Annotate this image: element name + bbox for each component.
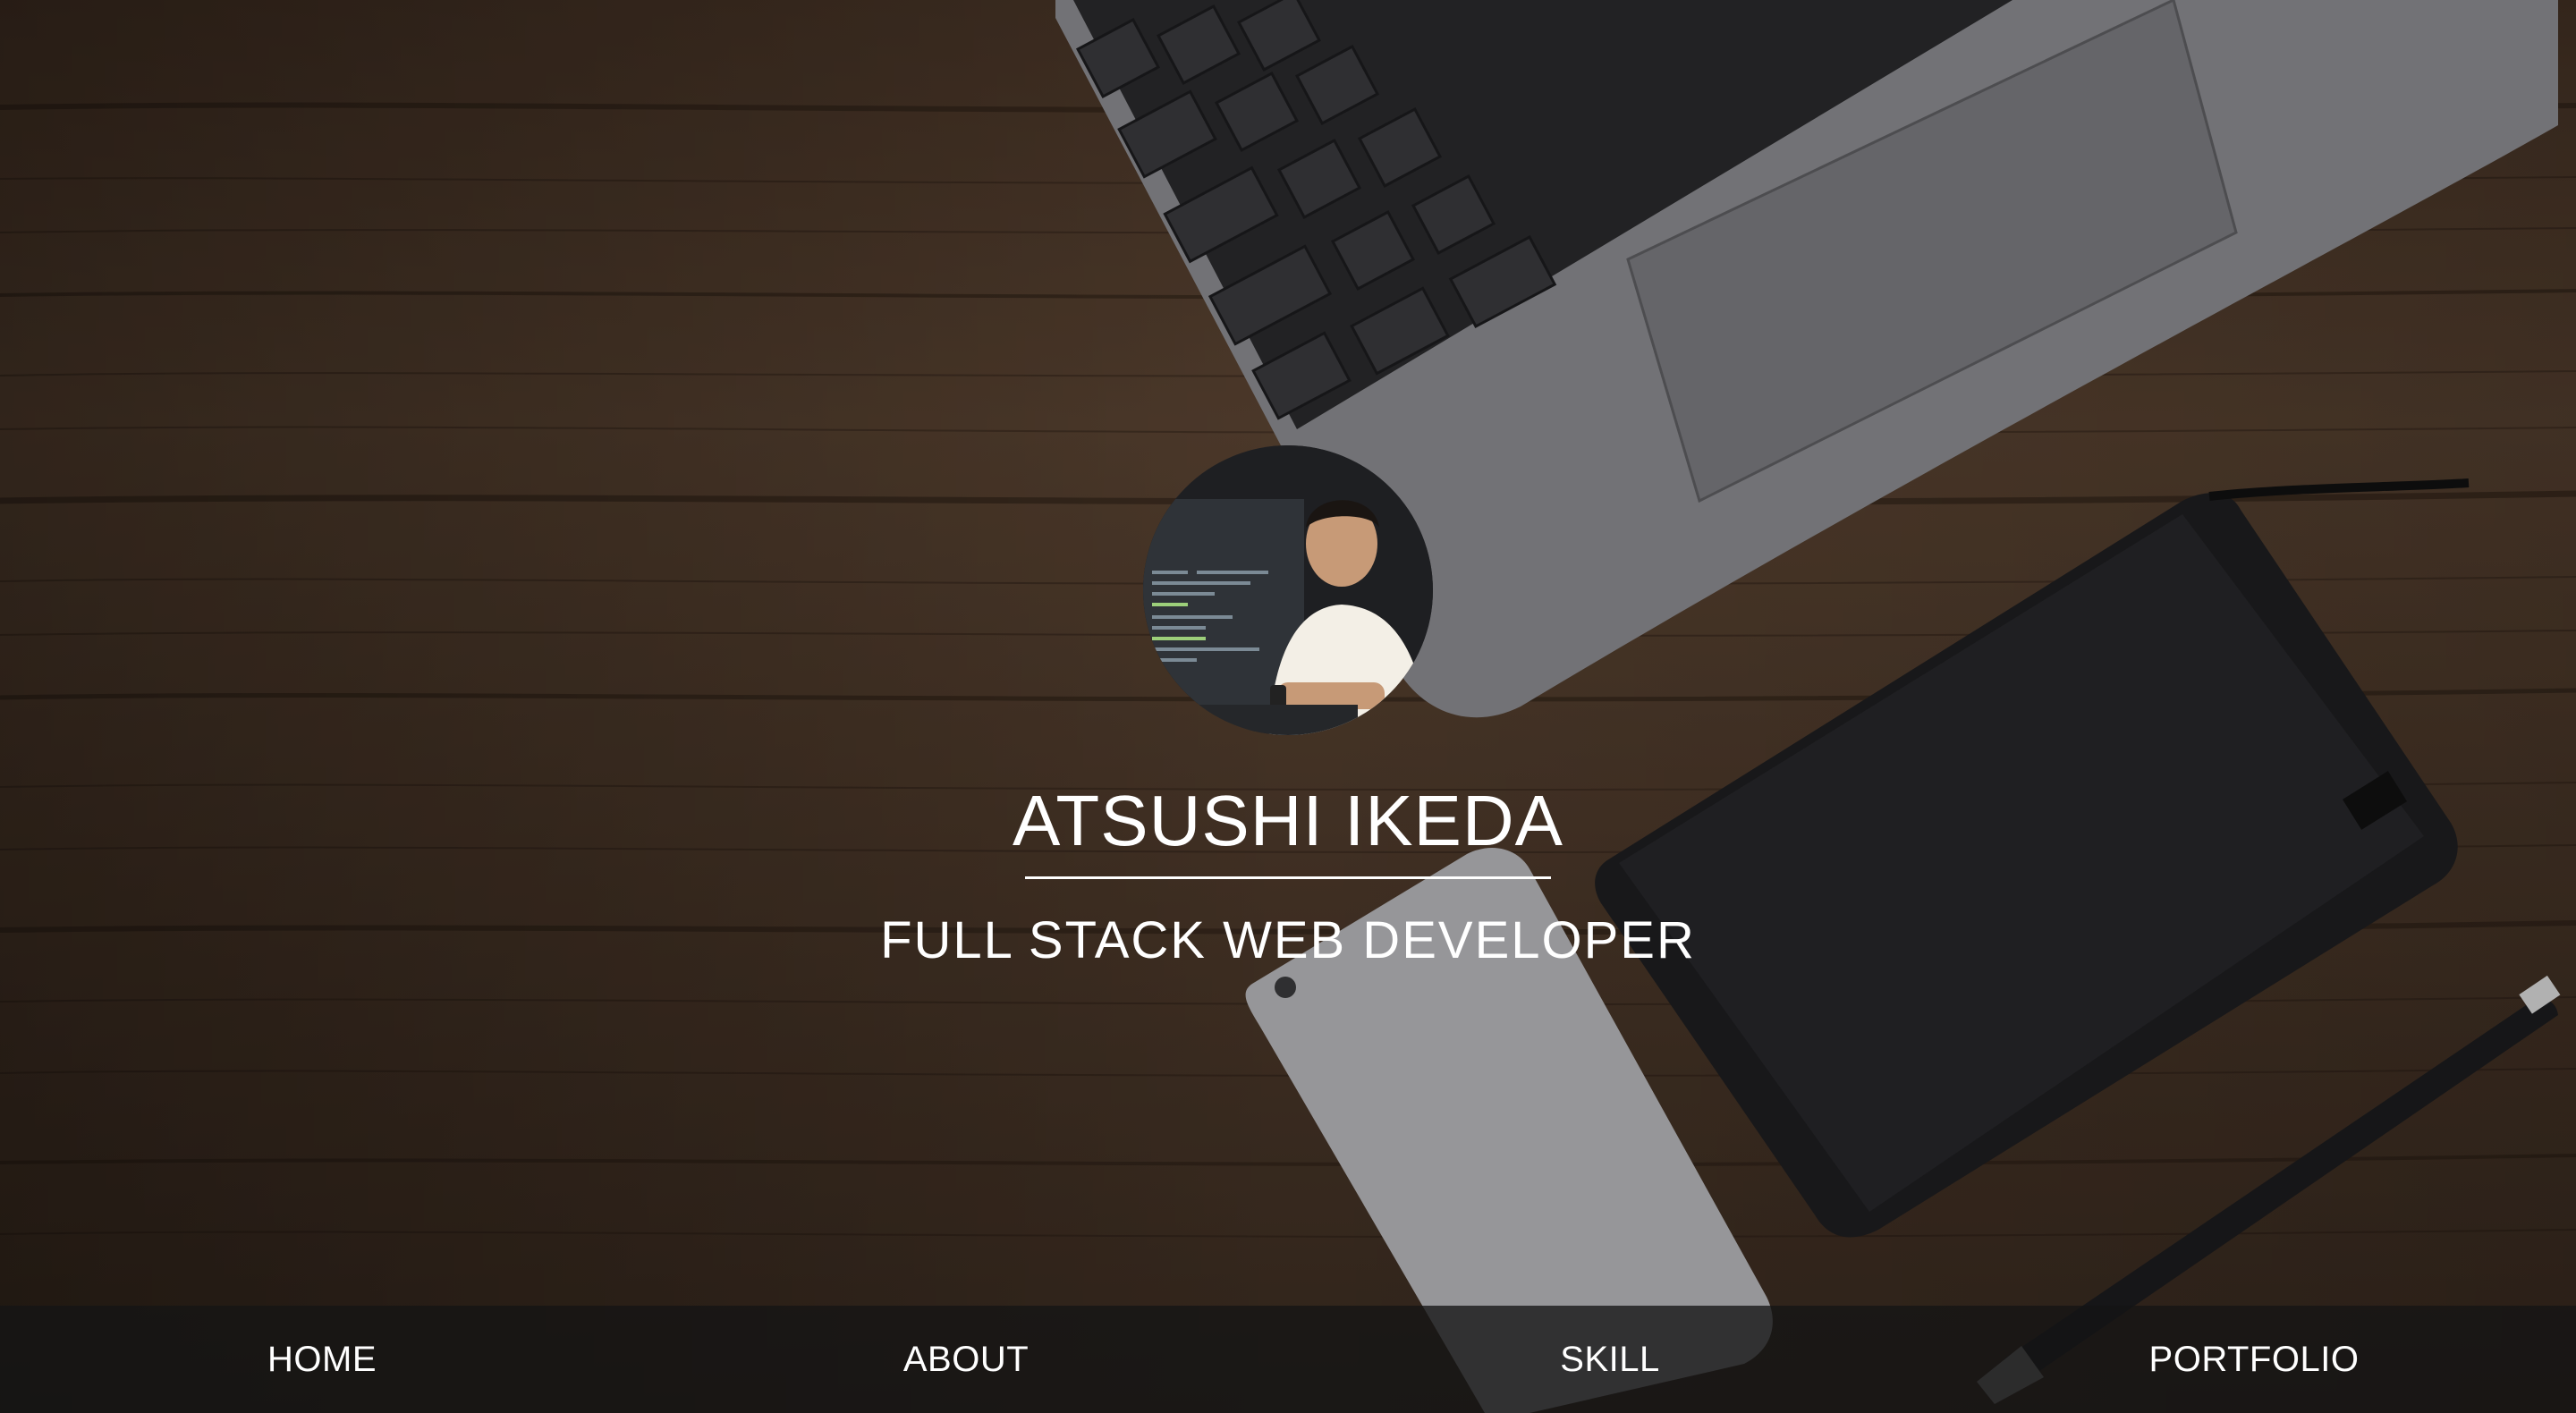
nav-item-about[interactable]: ABOUT: [644, 1306, 1288, 1413]
hero-title: FULL STACK WEB DEVELOPER: [880, 911, 1696, 969]
name-underline: [1025, 876, 1551, 879]
profile-photo: [1143, 445, 1433, 735]
bottom-navbar: HOME ABOUT SKILL PORTFOLIO: [0, 1306, 2576, 1413]
profile-avatar: [1143, 445, 1433, 735]
nav-item-portfolio[interactable]: PORTFOLIO: [1932, 1306, 2576, 1413]
nav-item-home[interactable]: HOME: [0, 1306, 644, 1413]
hero-section: ATSUSHI IKEDA FULL STACK WEB DEVELOPER: [0, 0, 2576, 1413]
nav-item-skill[interactable]: SKILL: [1288, 1306, 1932, 1413]
hero-name: ATSUSHI IKEDA: [1012, 781, 1564, 860]
